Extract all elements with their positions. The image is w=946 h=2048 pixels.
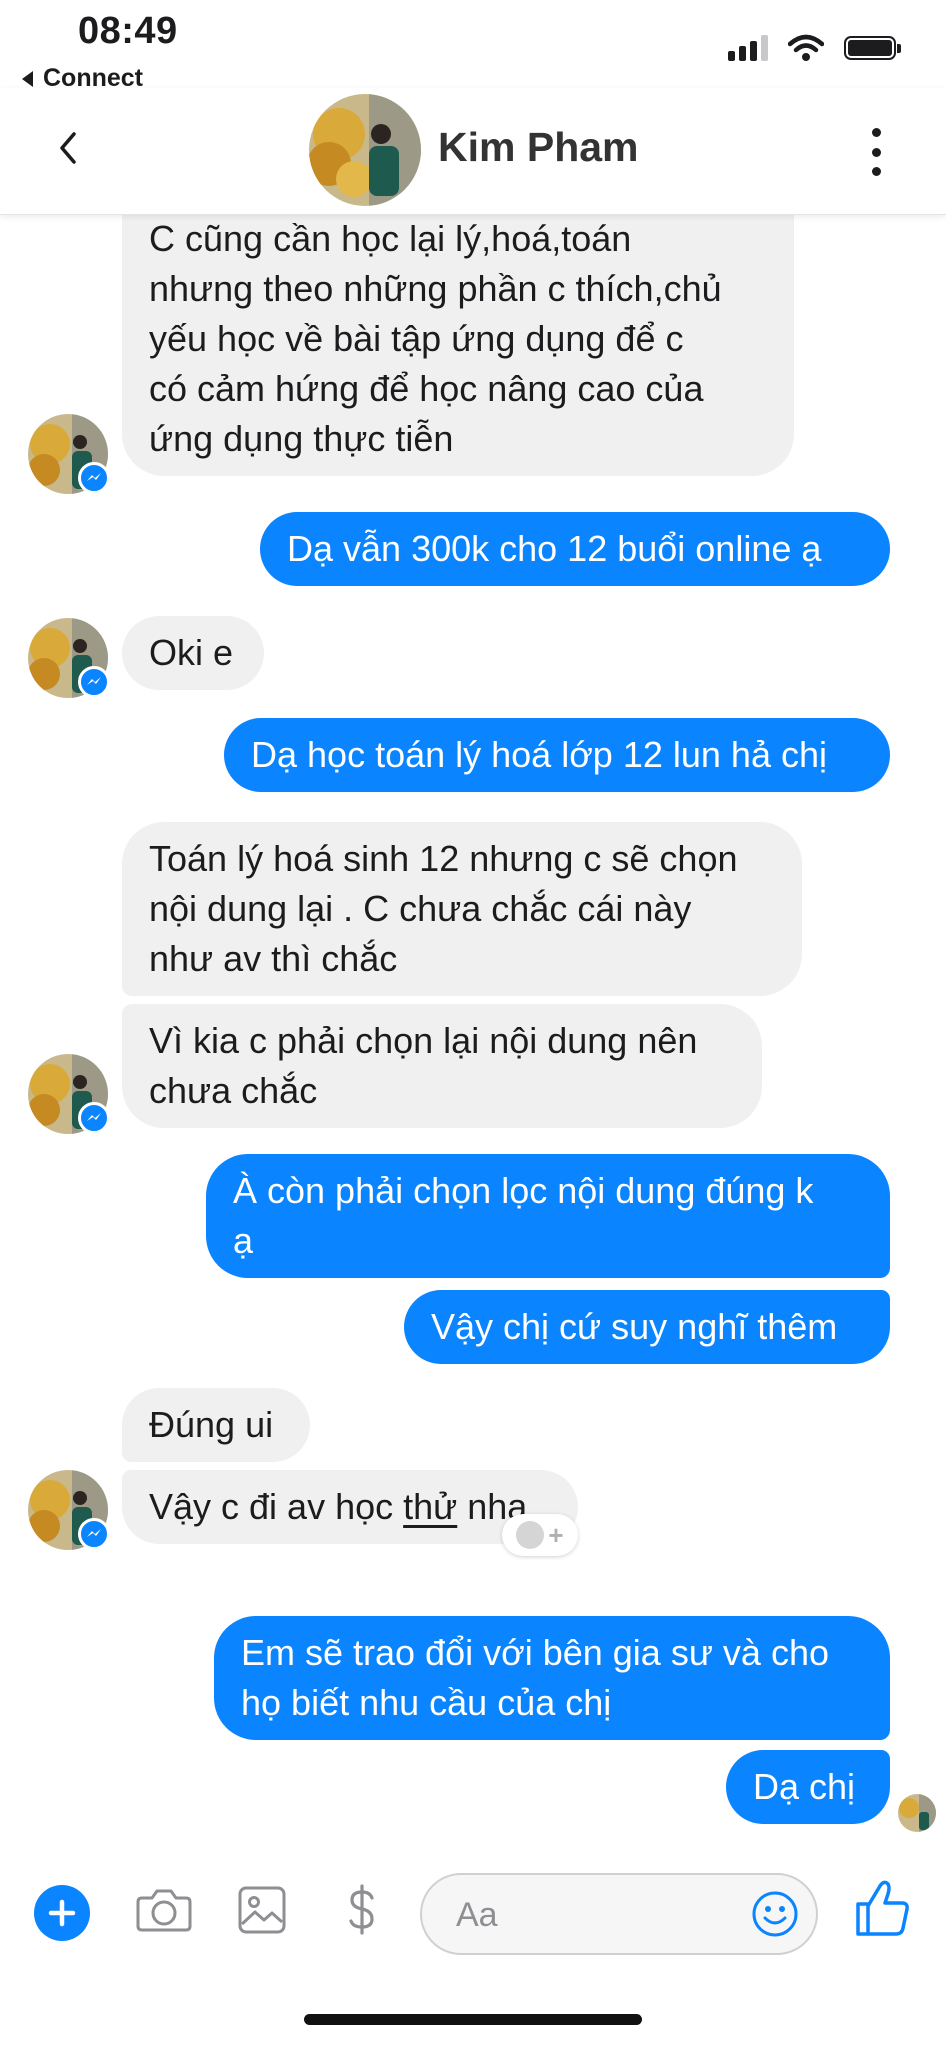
messenger-badge-icon	[78, 1518, 110, 1550]
message-line: ứng dụng thực tiễn	[149, 418, 454, 459]
message-line: Vậy chị cứ suy nghĩ thêm	[431, 1306, 838, 1347]
wifi-icon	[788, 34, 824, 61]
message-line: yếu học về bài tập ứng dụng để c	[149, 318, 684, 359]
image-icon[interactable]	[230, 1878, 294, 1942]
messenger-badge-icon	[78, 462, 110, 494]
message-line: nhưng theo những phần c thích,chủ	[149, 268, 722, 309]
home-indicator	[304, 2014, 642, 2025]
message-line: Dạ vẫn 300k cho 12 buổi online ạ	[287, 528, 822, 569]
incoming-message[interactable]: Oki e	[122, 616, 264, 690]
status-icons	[728, 34, 901, 62]
messenger-badge-icon	[78, 1102, 110, 1134]
plus-icon[interactable]	[34, 1885, 90, 1941]
outgoing-message[interactable]: Vậy chị cứ suy nghĩ thêm	[404, 1290, 890, 1364]
message-line: C cũng cần học lại lý,hoá,toán	[149, 218, 632, 259]
outgoing-message[interactable]: Dạ vẫn 300k cho 12 buổi online ạ	[260, 512, 890, 586]
dollar-icon[interactable]	[330, 1878, 394, 1942]
message-line: Oki e	[149, 632, 234, 673]
outgoing-message[interactable]: Em sẽ trao đổi với bên gia sư và cho họ …	[214, 1616, 890, 1740]
message-line: có cảm hứng để học nâng cao của	[149, 368, 704, 409]
message-line: Dạ chị	[753, 1766, 856, 1807]
status-bar: 08:49 Connect	[0, 0, 946, 100]
incoming-message[interactable]: Đúng ui	[122, 1388, 310, 1462]
message-line: chưa chắc	[149, 1070, 318, 1111]
signal-icon	[728, 35, 768, 61]
outgoing-message[interactable]: Dạ chị	[726, 1750, 890, 1824]
read-receipt-avatar	[898, 1794, 936, 1832]
message-line: Vì kia c phải chọn lại nội dung nên	[149, 1020, 698, 1061]
message-line: Dạ học toán lý hoá lớp 12 lun hả chị	[251, 734, 827, 775]
status-time: 08:49	[78, 10, 178, 52]
chevron-left-icon[interactable]	[50, 128, 90, 168]
messenger-badge-icon	[78, 666, 110, 698]
composer-bar	[0, 1854, 946, 1964]
message-input-field[interactable]	[420, 1873, 818, 1955]
incoming-message[interactable]: C cũng cần học lại lý,hoá,toán nhưng the…	[122, 214, 794, 476]
message-line: À còn phải chọn lọc nội dung đúng k	[233, 1170, 814, 1211]
message-line: họ biết nhu cầu của chị	[241, 1682, 612, 1723]
contact-avatar[interactable]	[309, 94, 421, 206]
conversation-header: Kim Pham	[0, 88, 946, 215]
camera-icon[interactable]	[132, 1878, 196, 1942]
outgoing-message[interactable]: À còn phải chọn lọc nội dung đúng k ạ	[206, 1154, 890, 1278]
thumbs-up-icon[interactable]	[852, 1876, 912, 1940]
more-vertical-icon[interactable]	[870, 128, 882, 176]
back-triangle-icon	[22, 70, 33, 87]
battery-icon	[844, 36, 901, 60]
contact-name[interactable]: Kim Pham	[438, 124, 639, 171]
message-line: Vậy c đi av học thử nha	[149, 1486, 528, 1527]
message-list[interactable]: C cũng cần học lại lý,hoá,toán nhưng the…	[0, 214, 946, 1854]
message-line: ạ	[233, 1220, 254, 1261]
outgoing-message[interactable]: Dạ học toán lý hoá lớp 12 lun hả chị	[224, 718, 890, 792]
add-reaction-icon[interactable]: +	[502, 1514, 578, 1556]
incoming-message[interactable]: Toán lý hoá sinh 12 nhưng c sẽ chọn nội …	[122, 822, 802, 996]
message-line: nội dung lại . C chưa chắc cái này	[149, 888, 692, 929]
message-line: như av thì chắc	[149, 938, 398, 979]
incoming-message[interactable]: Vì kia c phải chọn lại nội dung nên chưa…	[122, 1004, 762, 1128]
message-line: Toán lý hoá sinh 12 nhưng c sẽ chọn	[149, 838, 738, 879]
emoji-icon[interactable]	[750, 1889, 800, 1939]
message-input[interactable]	[454, 1891, 718, 1939]
message-line: Em sẽ trao đổi với bên gia sư và cho	[241, 1632, 829, 1673]
message-line: Đúng ui	[149, 1404, 274, 1445]
